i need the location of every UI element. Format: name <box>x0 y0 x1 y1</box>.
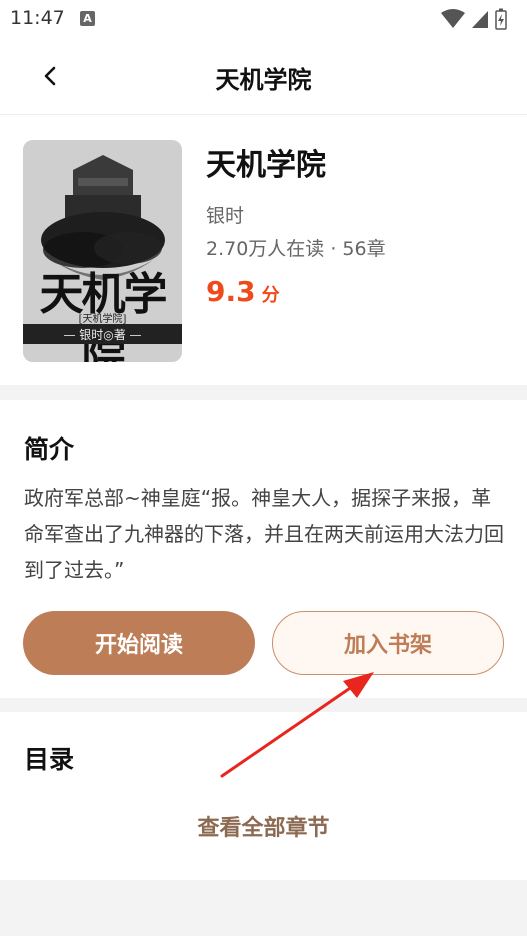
book-info-card: 天机学院 [天机学院] — 银时◎著 — 天机学院 银时 2.70万人在读 · … <box>0 115 527 385</box>
signal-icon <box>472 11 488 28</box>
cover-subtitle: [天机学院] <box>78 314 127 325</box>
view-all-chapters-link[interactable]: 查看全部章节 <box>0 810 527 842</box>
accessibility-notification-icon: A <box>80 11 95 26</box>
status-bar: 11:47 A <box>0 0 527 38</box>
start-reading-button[interactable]: 开始阅读 <box>23 611 255 675</box>
intro-section: 简介 政府军总部~神皇庭“报。神皇大人，据探子来报，革命军查出了九神器的下落，并… <box>0 400 527 698</box>
cover-author-band: — 银时◎著 — <box>23 324 182 344</box>
top-bar: 天机学院 <box>0 38 527 115</box>
book-cover[interactable]: 天机学院 [天机学院] — 银时◎著 — <box>23 140 182 362</box>
system-icons <box>441 8 507 30</box>
score-value: 9.3 <box>206 275 256 308</box>
status-time: 11:47 <box>10 7 65 29</box>
score-unit: 分 <box>261 285 280 306</box>
add-to-shelf-button[interactable]: 加入书架 <box>272 611 504 675</box>
book-title: 天机学院 <box>206 148 326 183</box>
toc-heading: 目录 <box>24 745 75 774</box>
toc-section: 目录 查看全部章节 <box>0 712 527 880</box>
wifi-icon <box>441 9 465 28</box>
page-title: 天机学院 <box>215 66 312 94</box>
book-author[interactable]: 银时 <box>206 201 244 228</box>
battery-icon <box>495 8 507 30</box>
book-stats: 2.70万人在读 · 56章 <box>206 238 386 260</box>
book-score: 9.3 分 <box>206 275 280 308</box>
intro-text: 政府军总部~神皇庭“报。神皇大人，据探子来报，革命军查出了九神器的下落，并且在两… <box>24 486 504 582</box>
intro-heading: 简介 <box>24 435 75 464</box>
